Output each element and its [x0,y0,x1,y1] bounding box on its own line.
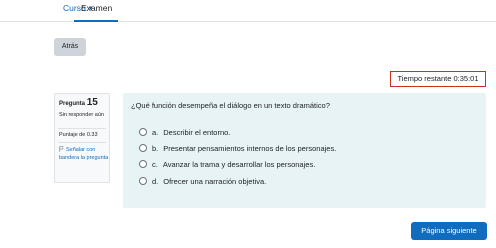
question-text: ¿Qué función desempeña el diálogo en un … [131,101,330,110]
question-number: Pregunta 15 [59,98,98,109]
option-text: Ofrecer una narración objetiva. [163,177,267,186]
radio-button[interactable] [139,160,147,168]
option-letter: c. [152,160,158,169]
option-text: Presentar pensamientos internos de los p… [163,144,337,153]
answer-option-d[interactable]: d. Ofrecer una narración objetiva. [139,176,266,188]
divider [58,128,106,129]
back-button[interactable]: Atrás [54,38,86,56]
question-prefix: Pregunta [59,101,86,107]
option-letter: d. [152,177,159,186]
divider [58,142,106,143]
option-letter: b. [152,144,159,153]
answer-option-a[interactable]: a. Describir el entorno. [139,127,230,139]
question-number-value: 15 [86,97,98,108]
flag-icon [59,146,64,152]
secondary-navigation: Curso ▼ Examen [0,0,496,22]
option-text: Describir el entorno. [163,128,231,137]
radio-button[interactable] [139,177,147,185]
nav-examen[interactable]: Examen [74,0,118,22]
question-content: ¿Qué función desempeña el diálogo en un … [123,93,486,208]
flag-question-label: Señalar con bandera la pregunta [59,147,109,161]
question-state: Sin responder aún [59,112,104,118]
flag-question-link[interactable]: Señalar con bandera la pregunta [59,146,109,162]
question-info-panel: Pregunta 15 Sin responder aún Puntaje de… [54,93,110,183]
radio-button[interactable] [139,144,147,152]
next-page-button[interactable]: Página siguiente [411,222,487,240]
radio-button[interactable] [139,128,147,136]
question-grade: Puntaje de 0.33 [59,132,98,138]
time-remaining: Tiempo restante 0:35:01 [390,71,486,87]
option-text: Avanzar la trama y desarrollar los perso… [162,160,316,169]
option-letter: a. [152,128,159,137]
answer-option-c[interactable]: c. Avanzar la trama y desarrollar los per… [139,159,315,171]
answer-option-b[interactable]: b. Presentar pensamientos internos de los… [139,143,336,155]
nav-examen-label: Examen [81,3,113,13]
